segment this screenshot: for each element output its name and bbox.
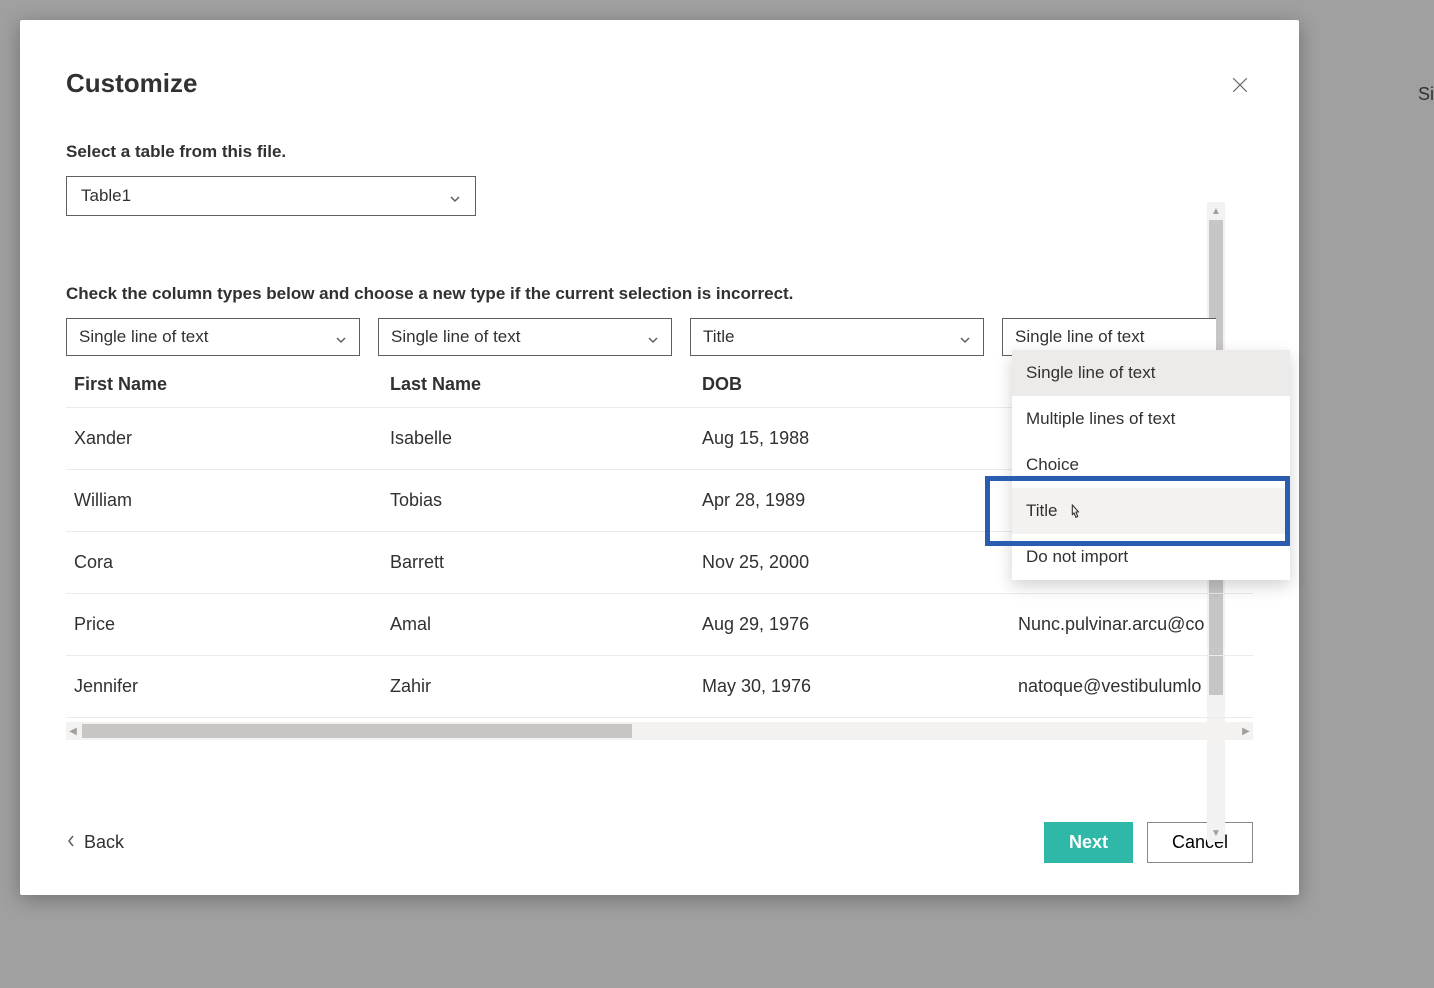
- column-type-value-2: Single line of text: [391, 327, 520, 347]
- header-first-name: First Name: [74, 374, 390, 395]
- close-button[interactable]: [1227, 72, 1253, 102]
- cell-last-name: Zahir: [390, 676, 702, 697]
- background-partial-text: Si: [1418, 84, 1434, 105]
- cell-col4: Nunc.pulvinar.arcu@co: [1018, 614, 1228, 635]
- dropdown-option-single-line[interactable]: Single line of text: [1012, 350, 1290, 396]
- dropdown-option-do-not-import[interactable]: Do not import: [1012, 534, 1290, 580]
- column-type-select-1[interactable]: Single line of text: [66, 318, 360, 356]
- cell-first-name: Cora: [74, 552, 390, 573]
- table-select[interactable]: Table1: [66, 176, 476, 216]
- chevron-down-icon: [449, 190, 461, 202]
- column-type-select-2[interactable]: Single line of text: [378, 318, 672, 356]
- cell-col4: natoque@vestibulumlo: [1018, 676, 1228, 697]
- chevron-left-icon: [66, 832, 76, 853]
- cell-dob: May 30, 1976: [702, 676, 1018, 697]
- header-last-name: Last Name: [390, 374, 702, 395]
- column-type-value-3: Title: [703, 327, 735, 347]
- cell-dob: Nov 25, 2000: [702, 552, 1018, 573]
- cursor-pointer-icon: [1066, 502, 1084, 520]
- table-selected-value: Table1: [81, 186, 131, 206]
- scroll-left-icon[interactable]: ◀: [66, 724, 80, 738]
- cell-last-name: Isabelle: [390, 428, 702, 449]
- next-button[interactable]: Next: [1044, 822, 1133, 863]
- cell-dob: Aug 29, 1976: [702, 614, 1018, 635]
- table-select-label: Select a table from this file.: [66, 142, 1253, 162]
- scroll-up-icon[interactable]: ▲: [1209, 204, 1223, 218]
- cell-last-name: Tobias: [390, 490, 702, 511]
- column-type-value-1: Single line of text: [79, 327, 208, 347]
- column-type-select-3[interactable]: Title: [690, 318, 984, 356]
- table-row: Price Amal Aug 29, 1976 Nunc.pulvinar.ar…: [66, 594, 1253, 656]
- horizontal-scrollbar[interactable]: ◀ ▶: [66, 722, 1253, 740]
- scrollbar-thumb-h[interactable]: [82, 724, 632, 738]
- back-label: Back: [84, 832, 124, 853]
- cell-first-name: Price: [74, 614, 390, 635]
- scroll-right-icon[interactable]: ▶: [1239, 724, 1253, 738]
- chevron-down-icon: [959, 331, 971, 343]
- header-dob: DOB: [702, 374, 1018, 395]
- cell-first-name: William: [74, 490, 390, 511]
- cancel-button[interactable]: Cancel: [1147, 822, 1253, 863]
- cell-dob: Apr 28, 1989: [702, 490, 1018, 511]
- cell-last-name: Barrett: [390, 552, 702, 573]
- chevron-down-icon: [647, 331, 659, 343]
- cell-last-name: Amal: [390, 614, 702, 635]
- modal-footer: Back Next Cancel: [66, 794, 1253, 863]
- back-button[interactable]: Back: [66, 832, 124, 853]
- chevron-down-icon: [335, 331, 347, 343]
- cell-first-name: Jennifer: [74, 676, 390, 697]
- dropdown-option-choice[interactable]: Choice: [1012, 442, 1290, 488]
- dropdown-option-title[interactable]: Title: [1012, 488, 1290, 534]
- table-row: Jennifer Zahir May 30, 1976 natoque@vest…: [66, 656, 1253, 718]
- cell-first-name: Xander: [74, 428, 390, 449]
- column-types-label: Check the column types below and choose …: [66, 284, 1253, 304]
- scroll-down-icon[interactable]: ▼: [1209, 826, 1223, 840]
- dropdown-option-multiple-lines[interactable]: Multiple lines of text: [1012, 396, 1290, 442]
- dropdown-option-title-label: Title: [1026, 501, 1058, 521]
- modal-title: Customize: [66, 68, 197, 99]
- modal-header: Customize: [66, 68, 1253, 102]
- column-type-value-4: Single line of text: [1015, 327, 1144, 347]
- cell-dob: Aug 15, 1988: [702, 428, 1018, 449]
- column-type-dropdown: Single line of text Multiple lines of te…: [1012, 350, 1290, 580]
